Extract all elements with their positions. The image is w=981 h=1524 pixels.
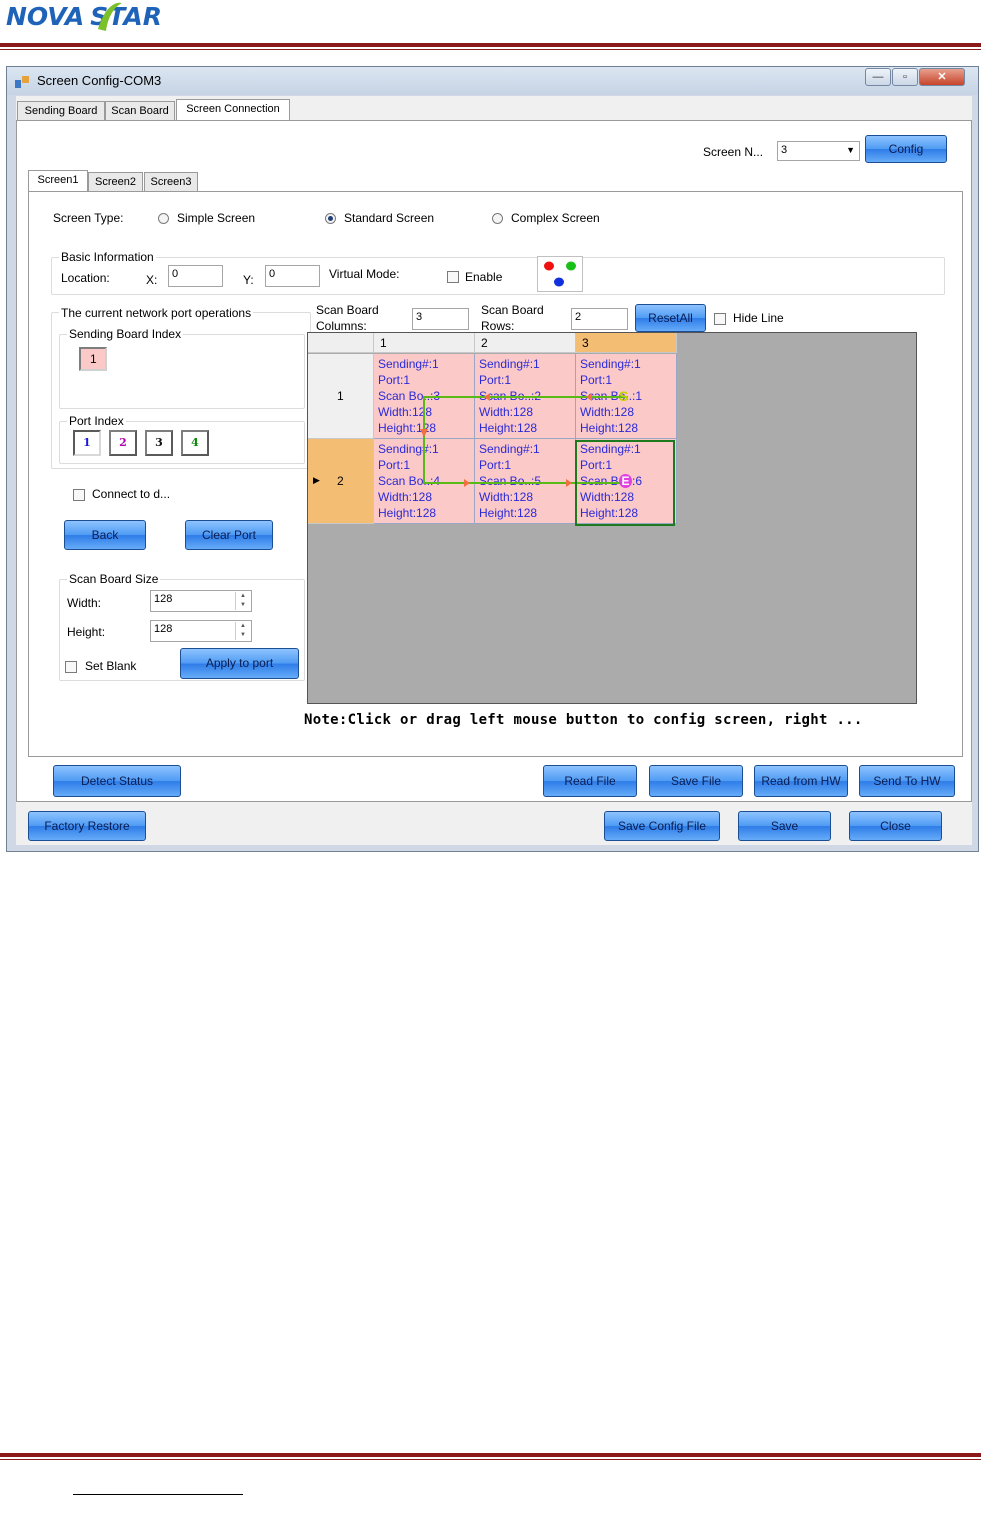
standard-screen-radio[interactable] (325, 213, 336, 224)
app-icon (15, 76, 29, 88)
footer-rule-thin (0, 1459, 981, 1460)
factory-restore-button[interactable]: Factory Restore (28, 811, 146, 841)
connection-path (420, 393, 675, 526)
height-stepper[interactable]: 128 ▲ ▼ (150, 620, 252, 642)
close-button[interactable]: Close (849, 811, 942, 841)
detect-status-button[interactable]: Detect Status (53, 765, 181, 797)
sending-board-index-label: Sending Board Index (67, 327, 184, 341)
screen-connection-panel: Screen N... 3 ▼ Config Screen1 Screen2 S… (16, 120, 972, 802)
y-label: Y: (243, 273, 254, 287)
virtual-mode-label: Virtual Mode: (329, 267, 400, 281)
save-button[interactable]: Save (738, 811, 831, 841)
height-label: Height: (67, 625, 106, 639)
save-file-button[interactable]: Save File (649, 765, 743, 797)
simple-screen-radio[interactable] (158, 213, 169, 224)
scan-board-rows-input[interactable]: 2 (571, 308, 628, 330)
screen1-panel: Screen Type: Simple Screen Standard Scre… (28, 191, 963, 757)
location-label: Location: (61, 271, 110, 285)
title-bar: Screen Config-COM3 — ▫ ✕ (7, 67, 978, 95)
grid-note: Note:Click or drag left mouse button to … (304, 712, 863, 728)
sending-board-index-group (59, 334, 305, 409)
tab-screen2[interactable]: Screen2 (88, 172, 143, 192)
tab-sending-board[interactable]: Sending Board (17, 101, 105, 121)
minimize-button[interactable]: — (865, 68, 891, 86)
x-label: X: (146, 273, 158, 287)
standard-screen-label: Standard Screen (344, 211, 435, 225)
scan-board-columns-input[interactable]: 3 (412, 308, 469, 330)
tab-scan-board[interactable]: Scan Board (105, 101, 175, 121)
hide-line-label: Hide Line (733, 311, 784, 325)
sending-board-index-1[interactable]: 1 (79, 347, 107, 371)
port-index-1[interactable]: 1 (73, 430, 101, 456)
screen-config-window: Screen Config-COM3 — ▫ ✕ Sending Board S… (6, 66, 979, 852)
footnote-rule (73, 1494, 243, 1495)
scan-board-columns-label: Scan Board Columns: (316, 303, 379, 333)
back-button[interactable]: Back (64, 520, 146, 550)
chevron-down-icon: ▼ (846, 145, 855, 155)
port-index-4[interactable]: 4 (181, 430, 209, 456)
close-window-button[interactable]: ✕ (919, 68, 965, 86)
start-marker: S (619, 388, 629, 404)
scan-board-size-title: Scan Board Size (67, 572, 161, 586)
simple-screen-label: Simple Screen (177, 211, 256, 225)
connect-checkbox[interactable] (73, 489, 85, 501)
complex-screen-label: Complex Screen (511, 211, 600, 225)
width-label: Width: (67, 596, 102, 610)
enable-label: Enable (465, 270, 503, 284)
tab-screen3[interactable]: Screen3 (144, 172, 198, 192)
clear-port-button[interactable]: Clear Port (185, 520, 273, 550)
screen-type-label: Screen Type: (53, 211, 124, 225)
width-stepper[interactable]: 128 ▲ ▼ (150, 590, 252, 612)
header-rule (0, 43, 981, 47)
window-title: Screen Config-COM3 (37, 73, 162, 88)
reset-all-button[interactable]: ResetAll (635, 304, 706, 332)
complex-screen-radio[interactable] (492, 213, 503, 224)
screen-connection-grid[interactable]: 123 1 ▶ 2 Sending#:1 Port:1 Scan Bo..:3 Width… (307, 332, 917, 704)
location-y-input[interactable]: 0 (265, 265, 320, 287)
logo-swoosh-icon (98, 2, 122, 31)
stepper-arrows-icon[interactable]: ▲ ▼ (235, 622, 250, 640)
send-to-hw-button[interactable]: Send To HW (859, 765, 955, 797)
footer-rule (0, 1453, 981, 1457)
hide-line-checkbox[interactable] (714, 313, 726, 325)
header-rule-thin (0, 49, 981, 50)
tab-screen1[interactable]: Screen1 (28, 170, 88, 192)
set-blank-checkbox[interactable] (65, 661, 77, 673)
location-x-input[interactable]: 0 (168, 265, 223, 287)
port-index-2[interactable]: 2 (109, 430, 137, 456)
virtual-mode-icon (537, 256, 583, 292)
port-index-3[interactable]: 3 (145, 430, 173, 456)
screen-number-label: Screen N... (703, 145, 764, 159)
screen-number-select[interactable]: 3 ▼ (777, 141, 860, 161)
save-config-file-button[interactable]: Save Config File (604, 811, 720, 841)
apply-to-port-button[interactable]: Apply to port (180, 648, 299, 679)
scan-board-rows-label: Scan Board Rows: (481, 303, 544, 333)
window-client: Sending Board Scan Board Screen Connecti… (16, 96, 972, 845)
end-marker: E (619, 474, 632, 488)
basic-information-title: Basic Information (59, 250, 156, 264)
maximize-button[interactable]: ▫ (892, 68, 918, 86)
connect-label: Connect to d... (92, 487, 171, 501)
read-from-hw-button[interactable]: Read from HW (754, 765, 848, 797)
port-index-label: Port Index (67, 414, 126, 428)
enable-checkbox[interactable] (447, 271, 459, 283)
read-file-button[interactable]: Read File (543, 765, 637, 797)
stepper-arrows-icon[interactable]: ▲ ▼ (235, 592, 250, 610)
config-button[interactable]: Config (865, 135, 947, 163)
port-operations-title: The current network port operations (59, 306, 254, 320)
set-blank-label: Set Blank (85, 659, 137, 673)
novastar-logo: NOVA STAR (6, 2, 162, 31)
tab-screen-connection[interactable]: Screen Connection (176, 99, 290, 121)
